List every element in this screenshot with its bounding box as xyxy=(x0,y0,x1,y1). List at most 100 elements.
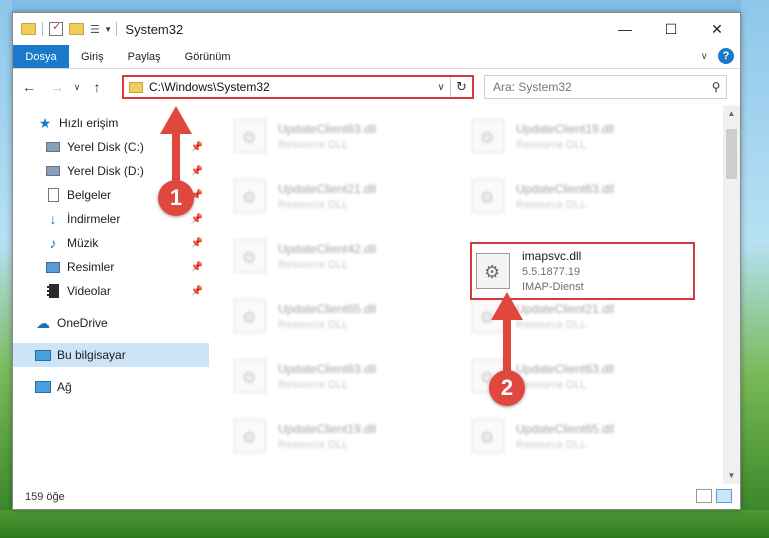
sidebar-item-this-pc[interactable]: Bu bilgisayar xyxy=(13,343,209,367)
file-name: UpdateClient19.dll xyxy=(516,121,615,136)
pin-icon[interactable]: 📌 xyxy=(191,238,203,249)
window-controls: — ☐ ✕ xyxy=(602,13,740,45)
folder-icon xyxy=(21,23,36,35)
file-description: Resource DLL xyxy=(516,138,587,151)
pin-icon[interactable]: 📌 xyxy=(191,166,203,177)
ribbon-tabs: Dosya Giriş Paylaş Görünüm ∨ ? xyxy=(13,45,740,69)
annotation-arrow-2-head xyxy=(491,292,523,320)
dll-file-icon xyxy=(234,119,266,153)
dll-file-icon xyxy=(472,179,504,213)
sidebar-item-label: Ağ xyxy=(57,380,72,394)
details-view-icon[interactable] xyxy=(696,489,712,503)
file-item[interactable]: UpdateClient19.dll Resource DLL xyxy=(234,411,454,461)
file-name: UpdateClient63.dll xyxy=(278,121,377,136)
up-arrow-icon[interactable]: ↑ xyxy=(87,79,107,95)
document-icon xyxy=(45,188,61,202)
sidebar-item-label: Hızlı erişim xyxy=(59,116,119,130)
address-path[interactable]: C:\Windows\System32 xyxy=(149,80,432,94)
maximize-button[interactable]: ☐ xyxy=(648,13,694,45)
close-button[interactable]: ✕ xyxy=(694,13,740,45)
dll-file-icon xyxy=(234,419,266,453)
tab-share[interactable]: Paylaş xyxy=(116,45,173,68)
chevron-down-icon[interactable]: ∨ xyxy=(432,82,450,93)
desktop-background xyxy=(0,0,12,538)
minimize-button[interactable]: — xyxy=(602,13,648,45)
file-description: Resource DLL xyxy=(516,378,587,391)
dll-file-icon xyxy=(472,419,504,453)
toolbar-divider xyxy=(42,22,43,36)
file-description: Resource DLL xyxy=(278,138,349,151)
annotation-arrow-1-head xyxy=(160,106,192,134)
sidebar-item-label: İndirmeler xyxy=(67,212,121,226)
file-item[interactable]: UpdateClient63.dll Resource DLL xyxy=(472,171,692,221)
pin-icon[interactable]: 📌 xyxy=(191,262,203,273)
vertical-scrollbar[interactable]: ▲ ▼ xyxy=(723,105,740,484)
sidebar-item-label: Müzik xyxy=(67,236,99,250)
music-icon: ♪ xyxy=(49,235,57,251)
sidebar-item-label: Resimler xyxy=(67,260,115,274)
forward-arrow-icon[interactable]: → xyxy=(47,79,67,95)
file-name: UpdateClient65.dll xyxy=(516,421,615,436)
chevron-down-icon[interactable]: ▾ xyxy=(106,24,111,35)
tiles-view-icon[interactable] xyxy=(716,489,732,503)
dll-file-icon xyxy=(234,359,266,393)
file-description: Resource DLL xyxy=(516,318,587,331)
customize-icon[interactable]: ☰ xyxy=(90,23,100,36)
address-bar[interactable]: C:\Windows\System32 ∨ ↻ xyxy=(122,75,474,99)
sidebar-item-network[interactable]: Ağ xyxy=(13,375,209,399)
file-item[interactable]: UpdateClient63.dll Resource DLL xyxy=(234,111,454,161)
file-name: UpdateClient42.dll xyxy=(278,241,377,256)
view-switcher xyxy=(696,489,732,503)
tab-view[interactable]: Görünüm xyxy=(173,45,243,68)
refresh-icon[interactable]: ↻ xyxy=(450,77,472,97)
back-arrow-icon[interactable]: ← xyxy=(19,79,39,95)
file-item[interactable]: UpdateClient63.dll Resource DLL xyxy=(234,351,454,401)
properties-icon[interactable] xyxy=(49,20,63,36)
recent-locations-icon[interactable]: ∨ xyxy=(67,82,87,93)
file-item[interactable]: UpdateClient42.dll Resource DLL xyxy=(234,231,454,281)
sidebar-item-onedrive[interactable]: ☁ OneDrive xyxy=(13,311,209,335)
step-badge-2: 2 xyxy=(489,370,525,406)
sidebar-item-pictures[interactable]: Resimler 📌 xyxy=(13,255,209,279)
disk-icon xyxy=(45,140,61,154)
tab-file[interactable]: Dosya xyxy=(13,45,69,68)
sidebar-item-videos[interactable]: Videolar 📌 xyxy=(13,279,209,303)
pin-icon[interactable]: 📌 xyxy=(191,286,203,297)
pin-icon[interactable]: 📌 xyxy=(191,214,203,225)
scrollbar-thumb[interactable] xyxy=(726,129,737,179)
file-item[interactable]: UpdateClient21.dll Resource DLL xyxy=(234,171,454,221)
desktop-background-bottom xyxy=(0,510,769,538)
file-name: imapsvc.dll xyxy=(522,249,582,263)
pin-icon[interactable]: 📌 xyxy=(191,142,203,153)
file-item[interactable]: UpdateClient65.dll Resource DLL xyxy=(234,291,454,341)
content-area: ★ Hızlı erişim Yerel Disk (C:) 📌 Yerel D… xyxy=(13,105,740,484)
step-badge-1: 1 xyxy=(158,180,194,216)
navigation-bar: ← → ∨ ↑ C:\Windows\System32 ∨ ↻ ⚲ xyxy=(13,69,740,105)
file-item[interactable]: UpdateClient19.dll Resource DLL xyxy=(472,111,692,161)
expand-ribbon-icon[interactable]: ∨ xyxy=(701,51,708,62)
file-name: UpdateClient63.dll xyxy=(516,361,615,376)
scroll-up-icon[interactable]: ▲ xyxy=(723,105,740,122)
dll-file-icon xyxy=(476,253,510,289)
computer-icon xyxy=(35,348,51,362)
scroll-down-icon[interactable]: ▼ xyxy=(723,467,740,484)
folder-icon xyxy=(129,81,143,93)
toolbar-divider xyxy=(116,22,118,36)
file-item[interactable]: UpdateClient65.dll Resource DLL xyxy=(472,411,692,461)
search-input[interactable] xyxy=(493,80,706,94)
new-folder-icon[interactable] xyxy=(69,23,84,35)
title-bar: ☰ ▾ System32 — ☐ ✕ xyxy=(13,13,740,45)
help-icon[interactable]: ? xyxy=(718,48,734,64)
sidebar-item-music[interactable]: ♪ Müzik 📌 xyxy=(13,231,209,255)
dll-file-icon xyxy=(234,179,266,213)
tab-home[interactable]: Giriş xyxy=(69,45,116,68)
cloud-icon: ☁ xyxy=(36,314,50,331)
annotation-arrow-2-shaft xyxy=(503,316,511,376)
file-list: UpdateClient63.dll Resource DLL UpdateCli… xyxy=(209,105,740,484)
file-name: UpdateClient63.dll xyxy=(516,181,615,196)
search-box[interactable]: ⚲ xyxy=(484,75,727,99)
search-icon[interactable]: ⚲ xyxy=(706,80,726,94)
file-name: UpdateClient21.dll xyxy=(516,301,615,316)
file-description: Resource DLL xyxy=(278,378,349,391)
desktop-background-right xyxy=(741,0,769,538)
